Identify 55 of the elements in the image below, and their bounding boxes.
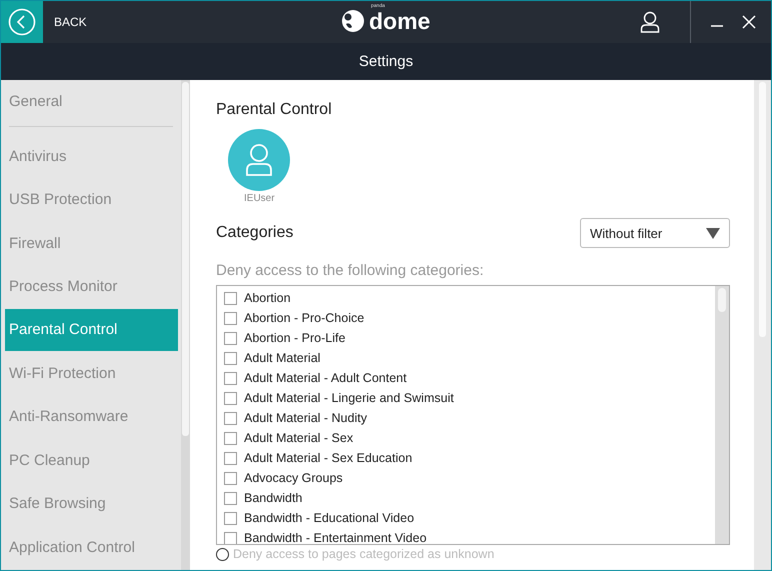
- checkbox[interactable]: [224, 532, 237, 544]
- checkbox[interactable]: [224, 432, 237, 444]
- category-label: Bandwidth: [244, 491, 302, 505]
- checkbox[interactable]: [224, 332, 237, 344]
- instruction-text: Deny access to the following categories:: [216, 262, 485, 279]
- categories-heading: Categories: [216, 224, 294, 242]
- checkbox[interactable]: [224, 412, 237, 424]
- sidebar-scrollbar[interactable]: [181, 80, 190, 570]
- category-label: Abortion - Pro-Life: [244, 331, 346, 345]
- category-label: Adult Material - Adult Content: [244, 371, 407, 385]
- category-label: Abortion - Pro-Choice: [244, 311, 364, 325]
- sidebar-item[interactable]: General: [5, 81, 178, 122]
- category-label: Bandwidth - Entertainment Video: [244, 531, 427, 544]
- checkbox[interactable]: [224, 472, 237, 484]
- checkbox[interactable]: [224, 512, 237, 524]
- category-label: Abortion: [244, 291, 291, 305]
- category-label: Bandwidth - Educational Video: [244, 511, 414, 525]
- category-label: Adult Material - Nudity: [244, 411, 367, 425]
- category-label: Adult Material - Sex: [244, 431, 354, 445]
- sidebar-item[interactable]: USB Protection: [5, 178, 178, 220]
- checkbox[interactable]: [224, 392, 237, 404]
- checkbox[interactable]: [224, 312, 237, 324]
- logo-icon: [341, 9, 365, 33]
- sidebar-item[interactable]: Application Control: [5, 526, 178, 568]
- category-label: Adult Material - Lingerie and Swimsuit: [244, 391, 454, 405]
- sidebar-item[interactable]: Safe Browsing: [5, 483, 178, 525]
- checkbox[interactable]: [224, 292, 237, 304]
- page-title: Settings: [358, 53, 414, 70]
- sidebar-item[interactable]: Antivirus: [5, 135, 178, 177]
- sidebar-item[interactable]: PC Cleanup: [5, 440, 178, 482]
- main-scrollbar[interactable]: [754, 80, 771, 570]
- sidebar-item[interactable]: Parental Control: [5, 309, 178, 351]
- back-label[interactable]: BACK: [54, 15, 87, 29]
- filter-dropdown[interactable]: Without filter: [580, 218, 730, 248]
- category-label: Adult Material - Sex Education: [244, 451, 412, 465]
- category-label: Advocacy Groups: [244, 471, 343, 485]
- checkbox[interactable]: [224, 352, 237, 364]
- category-label: Adult Material: [244, 351, 320, 365]
- checkbox[interactable]: [224, 452, 237, 464]
- section-heading: Parental Control: [216, 101, 333, 119]
- sidebar-item[interactable]: Anti-Ransomware: [5, 396, 178, 438]
- list-scrollbar[interactable]: [715, 286, 729, 544]
- close-icon[interactable]: [741, 14, 757, 30]
- user-icon[interactable]: [640, 11, 660, 33]
- dropdown-caret-icon: [706, 228, 720, 238]
- logo-text: dome: [369, 9, 430, 33]
- checkbox[interactable]: [224, 492, 237, 504]
- sidebar-item[interactable]: Wi-Fi Protection: [5, 352, 178, 394]
- checkbox[interactable]: [224, 372, 237, 384]
- back-button[interactable]: [1, 1, 43, 43]
- radio-button[interactable]: [216, 548, 229, 560]
- sidebar-item[interactable]: Firewall: [5, 222, 178, 264]
- unknown-option-label: Deny access to pages categorized as unknown: [233, 547, 494, 561]
- sidebar-item[interactable]: Process Monitor: [5, 266, 178, 308]
- user-name: IEUser: [244, 193, 275, 204]
